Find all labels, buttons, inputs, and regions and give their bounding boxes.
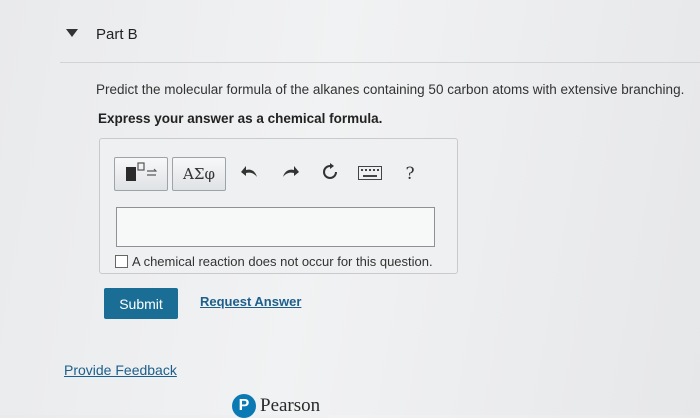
keyboard-icon bbox=[358, 164, 382, 185]
keyboard-button[interactable] bbox=[350, 157, 390, 191]
answer-instruction: Express your answer as a chemical formul… bbox=[98, 111, 383, 126]
redo-button[interactable] bbox=[270, 157, 310, 191]
greek-letters-icon: ΑΣφ bbox=[183, 165, 215, 183]
redo-icon bbox=[281, 164, 299, 185]
pearson-logo-icon: P bbox=[232, 394, 256, 418]
part-title: Part B bbox=[96, 26, 138, 43]
templates-button[interactable] bbox=[114, 157, 168, 191]
undo-icon bbox=[241, 164, 259, 185]
greek-letters-button[interactable]: ΑΣφ bbox=[172, 157, 226, 191]
no-reaction-option[interactable]: A chemical reaction does not occur for t… bbox=[115, 254, 433, 269]
pearson-wordmark: Pearson bbox=[260, 395, 321, 416]
divider bbox=[60, 62, 700, 63]
no-reaction-label: A chemical reaction does not occur for t… bbox=[132, 254, 433, 269]
collapse-arrow-icon[interactable] bbox=[66, 29, 78, 37]
templates-icon bbox=[121, 160, 161, 189]
pearson-brand: P Pearson bbox=[232, 394, 320, 418]
submit-button[interactable]: Submit bbox=[104, 288, 178, 319]
undo-button[interactable] bbox=[230, 157, 270, 191]
no-reaction-checkbox[interactable] bbox=[115, 255, 128, 268]
reset-button[interactable] bbox=[310, 157, 350, 191]
help-button[interactable]: ? bbox=[390, 157, 430, 191]
equation-toolbar: ΑΣφ ? bbox=[114, 155, 430, 193]
reset-icon bbox=[321, 162, 339, 186]
request-answer-link[interactable]: Request Answer bbox=[200, 294, 301, 309]
question-text: Predict the molecular formula of the alk… bbox=[96, 82, 685, 97]
provide-feedback-link[interactable]: Provide Feedback bbox=[64, 362, 177, 378]
help-icon: ? bbox=[405, 164, 415, 184]
answer-input[interactable] bbox=[116, 207, 435, 247]
